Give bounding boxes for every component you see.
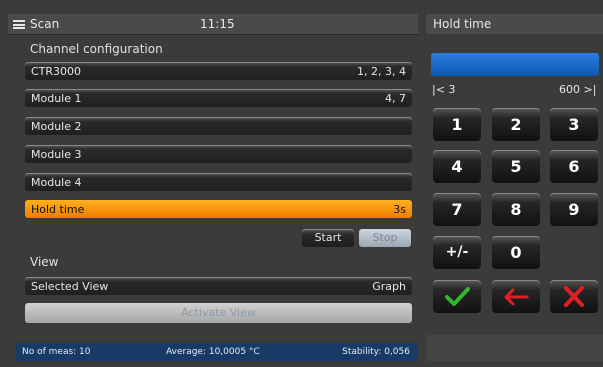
status-bar: No of meas: 10 Average: 10,0005 °C Stabi… bbox=[16, 343, 418, 361]
row-label: Module 4 bbox=[31, 176, 82, 189]
start-button[interactable]: Start bbox=[302, 229, 354, 247]
cancel-button[interactable] bbox=[550, 280, 598, 313]
key-9[interactable]: 9 bbox=[550, 193, 598, 226]
meas-count: No of meas: 10 bbox=[22, 347, 91, 357]
range-max: 600 >| bbox=[559, 83, 597, 96]
key-0[interactable]: 0 bbox=[492, 236, 540, 269]
key-6[interactable]: 6 bbox=[550, 150, 598, 183]
channel-row-module-2[interactable]: Module 2 bbox=[25, 117, 412, 135]
clock: 11:15 bbox=[200, 17, 235, 31]
channel-row-module-4[interactable]: Module 4 bbox=[25, 173, 412, 191]
row-value: Graph bbox=[372, 280, 406, 293]
backspace-button[interactable] bbox=[492, 280, 540, 313]
channel-config-heading: Channel configuration bbox=[30, 42, 163, 56]
right-panel-title: Hold time bbox=[433, 17, 492, 31]
confirm-button[interactable] bbox=[433, 280, 481, 313]
hold-time-input[interactable] bbox=[431, 53, 599, 76]
app-title: Scan bbox=[30, 17, 60, 31]
check-icon bbox=[445, 287, 470, 306]
row-value: 4, 7 bbox=[385, 92, 406, 105]
key-7[interactable]: 7 bbox=[433, 193, 481, 226]
top-bar: Scan 11:15 bbox=[8, 14, 418, 35]
row-label: Module 2 bbox=[31, 120, 82, 133]
row-value: 1, 2, 3, 4 bbox=[357, 65, 406, 78]
row-label: CTR3000 bbox=[31, 65, 82, 78]
hold-time-row[interactable]: Hold time 3s bbox=[25, 200, 412, 218]
selected-view-row[interactable]: Selected View Graph bbox=[25, 277, 412, 295]
average-value: Average: 10,0005 °C bbox=[166, 347, 260, 357]
row-label: Module 1 bbox=[31, 92, 82, 105]
channel-row-ctr3000[interactable]: CTR3000 1, 2, 3, 4 bbox=[25, 62, 412, 80]
key-4[interactable]: 4 bbox=[433, 150, 481, 183]
view-heading: View bbox=[30, 255, 59, 269]
key-1[interactable]: 1 bbox=[433, 108, 481, 141]
right-panel-header: Hold time bbox=[426, 14, 603, 34]
arrow-left-icon bbox=[504, 288, 529, 306]
key-8[interactable]: 8 bbox=[492, 193, 540, 226]
key-3[interactable]: 3 bbox=[550, 108, 598, 141]
menu-icon[interactable] bbox=[13, 20, 25, 29]
row-label: Selected View bbox=[31, 280, 109, 293]
key-5[interactable]: 5 bbox=[492, 150, 540, 183]
row-value: 3s bbox=[393, 203, 406, 216]
x-icon bbox=[564, 286, 584, 307]
channel-row-module-1[interactable]: Module 1 4, 7 bbox=[25, 89, 412, 107]
stability-value: Stability: 0,056 bbox=[342, 347, 410, 357]
stop-button[interactable]: Stop bbox=[359, 229, 411, 247]
channel-row-module-3[interactable]: Module 3 bbox=[25, 145, 412, 163]
key-plus-minus[interactable]: +/- bbox=[433, 236, 481, 269]
range-min: |< 3 bbox=[432, 83, 456, 96]
row-label: Module 3 bbox=[31, 148, 82, 161]
row-label: Hold time bbox=[31, 203, 85, 216]
key-2[interactable]: 2 bbox=[492, 108, 540, 141]
right-status-area bbox=[426, 335, 603, 361]
activate-view-button[interactable]: Activate View bbox=[25, 303, 412, 323]
